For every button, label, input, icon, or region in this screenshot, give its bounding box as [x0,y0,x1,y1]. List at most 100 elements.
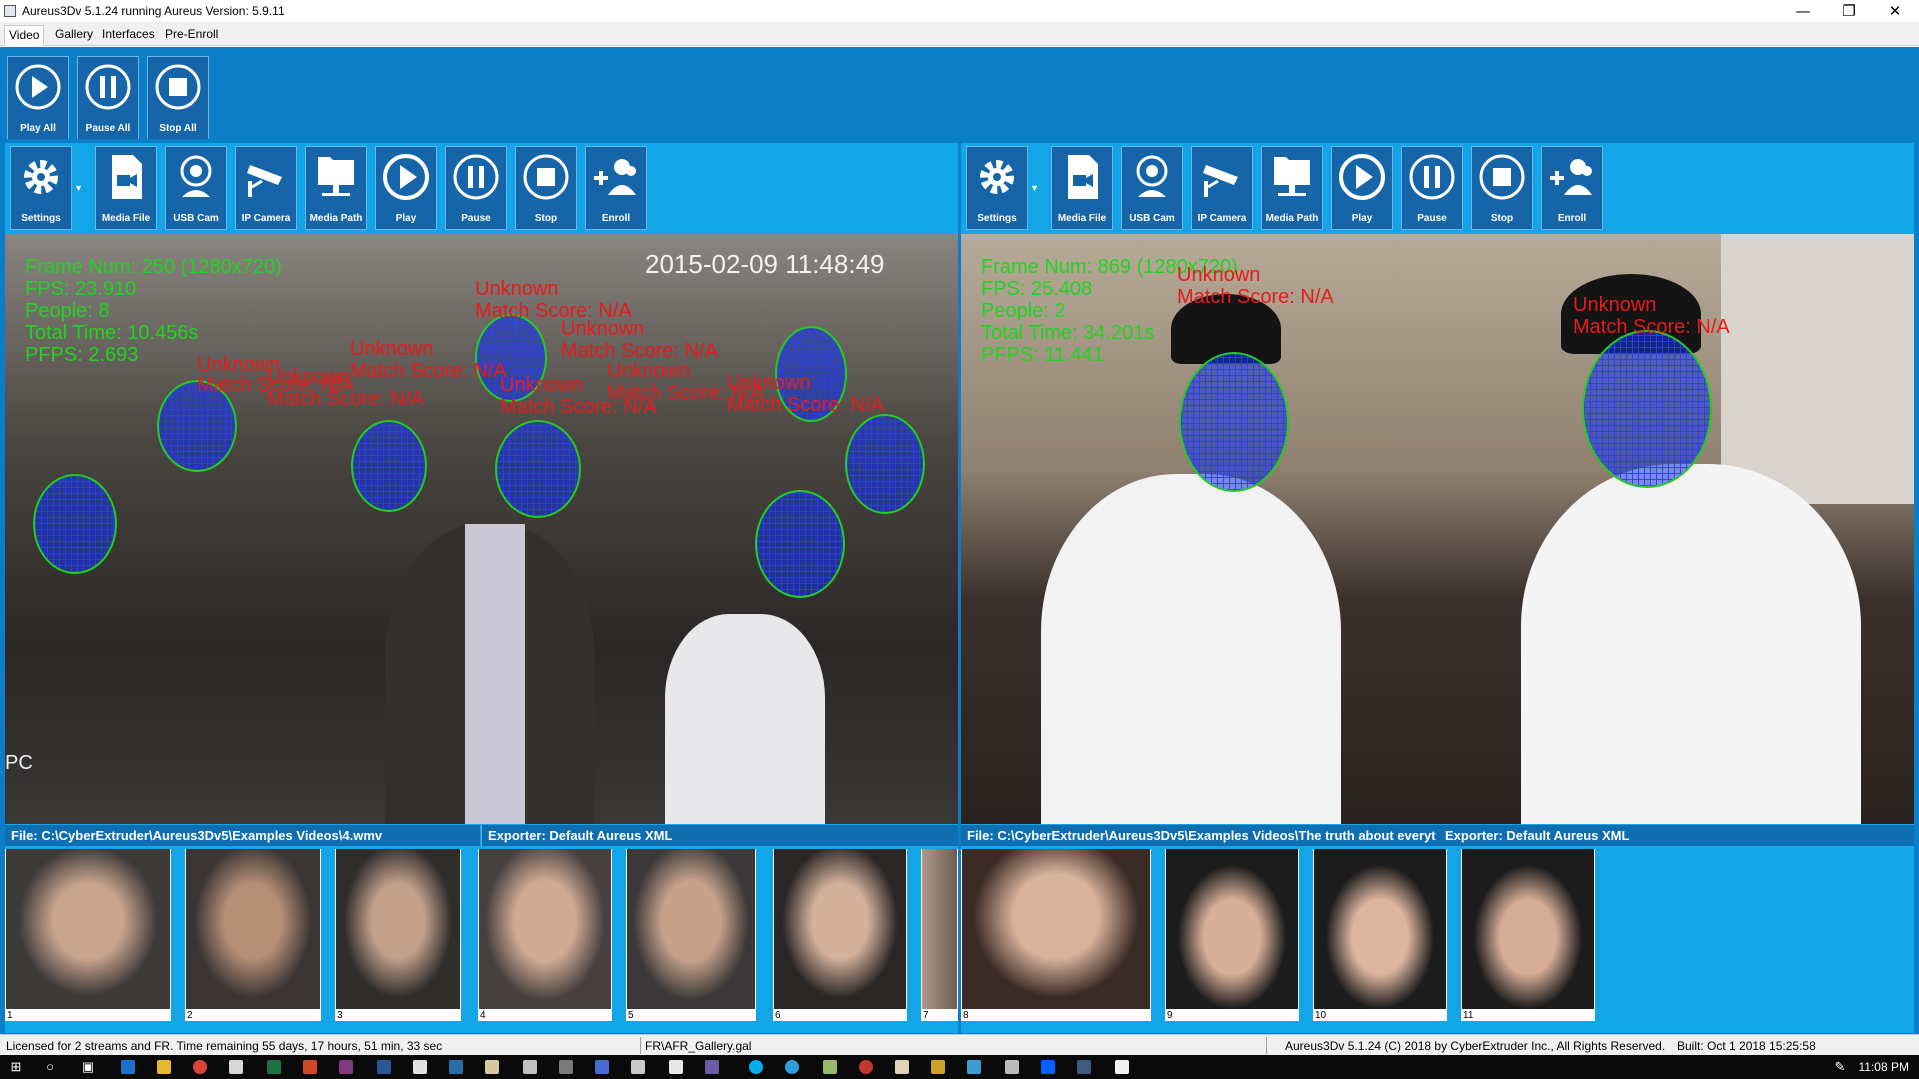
settings-dropdown-icon[interactable]: ▼ [1030,183,1039,193]
app-icon[interactable] [226,1057,246,1077]
file-path-label: File: C:\CyberExtruder\Aureus3Dv5\Exampl… [5,825,480,846]
enroll-button[interactable]: Enroll [585,146,647,230]
tab-video[interactable]: Video [4,25,45,46]
face-thumbnail[interactable]: 8 [961,849,1151,1021]
play-button[interactable]: Play [375,146,437,230]
scene-figure [1521,464,1861,824]
ip-camera-button[interactable]: IP Camera [1191,146,1253,230]
pause-button[interactable]: Pause [1401,146,1463,230]
video-timestamp: 2015-02-09 11:48:49 [645,249,885,279]
pause-button[interactable]: Pause [445,146,507,230]
stop-icon [155,64,201,110]
app-icon[interactable] [702,1057,722,1077]
dropbox-icon[interactable] [1038,1057,1058,1077]
title-bar: Aureus3Dv 5.1.24 running Aureus Version:… [0,0,1919,22]
app-icon[interactable] [782,1057,802,1077]
usb-cam-button[interactable]: USB Cam [1121,146,1183,230]
face-image [186,849,320,1009]
windows-start-icon[interactable]: ⊞ [6,1057,26,1077]
enroll-button[interactable]: Enroll [1541,146,1603,230]
scene-shirt [465,524,525,824]
settings-button[interactable]: Settings ▼ [10,146,83,230]
file-explorer-icon[interactable] [154,1057,174,1077]
app-icon[interactable] [482,1057,502,1077]
stop-all-button[interactable]: Stop All [147,56,209,140]
status-divider [640,1037,641,1054]
face-thumbnail[interactable]: 9 [1165,849,1299,1021]
app-icon[interactable] [856,1057,876,1077]
outlook-icon[interactable] [118,1057,138,1077]
stat-total-time: Total Time: 34.201s [981,322,1155,344]
taskbar-clock[interactable]: 11:08 PM [1859,1060,1909,1074]
stop-button[interactable]: Stop [1471,146,1533,230]
tab-gallery[interactable]: Gallery [51,25,97,46]
security-camera-icon [1203,165,1238,197]
app-icon[interactable] [964,1057,984,1077]
app-icon[interactable] [628,1057,648,1077]
stat-pfps: PFPS: 11.441 [981,344,1105,366]
app-icon[interactable] [592,1057,612,1077]
app-icon[interactable] [666,1057,686,1077]
usb-cam-button[interactable]: USB Cam [165,146,227,230]
settings-button[interactable]: Settings ▼ [966,146,1039,230]
excel-icon[interactable] [264,1057,284,1077]
onenote-icon[interactable] [336,1057,356,1077]
play-all-button[interactable]: Play All [7,56,69,140]
media-path-button[interactable]: Media Path [305,146,367,230]
stop-button[interactable]: Stop [515,146,577,230]
detection-name: Unknown [500,374,584,396]
detection-name: Unknown [267,366,351,388]
face-thumbnail[interactable]: 2 [185,849,321,1021]
app-icon[interactable] [446,1057,466,1077]
app-icon[interactable] [1002,1057,1022,1077]
detection-name: Unknown [561,318,645,340]
settings-dropdown-icon[interactable]: ▼ [74,183,83,193]
media-file-icon [112,155,142,199]
word-icon[interactable] [374,1057,394,1077]
play-button[interactable]: Play [1331,146,1393,230]
app-icon[interactable] [820,1057,840,1077]
stream-1-toolbar: Settings ▼ Media File USB Cam IP Camera … [5,143,958,235]
video-side-text: PC [5,752,33,774]
notepad-icon[interactable] [410,1057,430,1077]
face-thumbnail[interactable]: 3 [335,849,461,1021]
face-mesh [1582,330,1712,488]
app-icon[interactable] [520,1057,540,1077]
app-icon[interactable] [928,1057,948,1077]
restore-button[interactable]: ❐ [1826,0,1872,22]
media-path-button[interactable]: Media Path [1261,146,1323,230]
task-view-icon[interactable]: ▣ [78,1057,98,1077]
close-button[interactable]: ✕ [1872,0,1918,22]
detection-name: Unknown [350,338,434,360]
skype-icon[interactable] [746,1057,766,1077]
aureus-app-icon[interactable] [1112,1057,1132,1077]
pause-all-button[interactable]: Pause All [77,56,139,140]
app-icon[interactable] [1074,1057,1094,1077]
tab-pre-enroll[interactable]: Pre-Enroll [161,25,222,46]
face-thumbnail[interactable]: 7 [921,849,958,1021]
chrome-icon[interactable] [190,1057,210,1077]
media-file-button[interactable]: Media File [95,146,157,230]
face-thumbnail[interactable]: 10 [1313,849,1447,1021]
face-thumbnail[interactable]: 6 [773,849,907,1021]
webcam-icon [180,155,212,197]
video-view-2[interactable]: Frame Num: 869 (1280x720) FPS: 25.408 Pe… [961,234,1914,824]
tab-interfaces[interactable]: Interfaces [98,25,159,46]
face-thumbnail[interactable]: 5 [626,849,756,1021]
face-thumbnail[interactable]: 11 [1461,849,1595,1021]
search-icon[interactable]: ○ [40,1057,60,1077]
video-view-1[interactable]: 2015-02-09 11:48:49 PC Frame Num: 250 (1… [5,234,958,824]
face-thumbnail[interactable]: 4 [478,849,612,1021]
media-file-button[interactable]: Media File [1051,146,1113,230]
ip-camera-button[interactable]: IP Camera [235,146,297,230]
minimize-button[interactable]: — [1780,0,1826,22]
powerpoint-icon[interactable] [300,1057,320,1077]
face-mesh [1179,352,1289,492]
file-path-label: File: C:\CyberExtruder\Aureus3Dv5\Exampl… [961,825,1441,846]
pen-icon[interactable]: ✎ [1830,1057,1850,1077]
app-icon[interactable] [556,1057,576,1077]
face-image [774,849,906,1009]
copyright-text: Aureus3Dv 5.1.24 (C) 2018 by CyberExtrud… [1285,1039,1666,1053]
face-thumbnail[interactable]: 1 [5,849,171,1021]
app-icon[interactable] [892,1057,912,1077]
